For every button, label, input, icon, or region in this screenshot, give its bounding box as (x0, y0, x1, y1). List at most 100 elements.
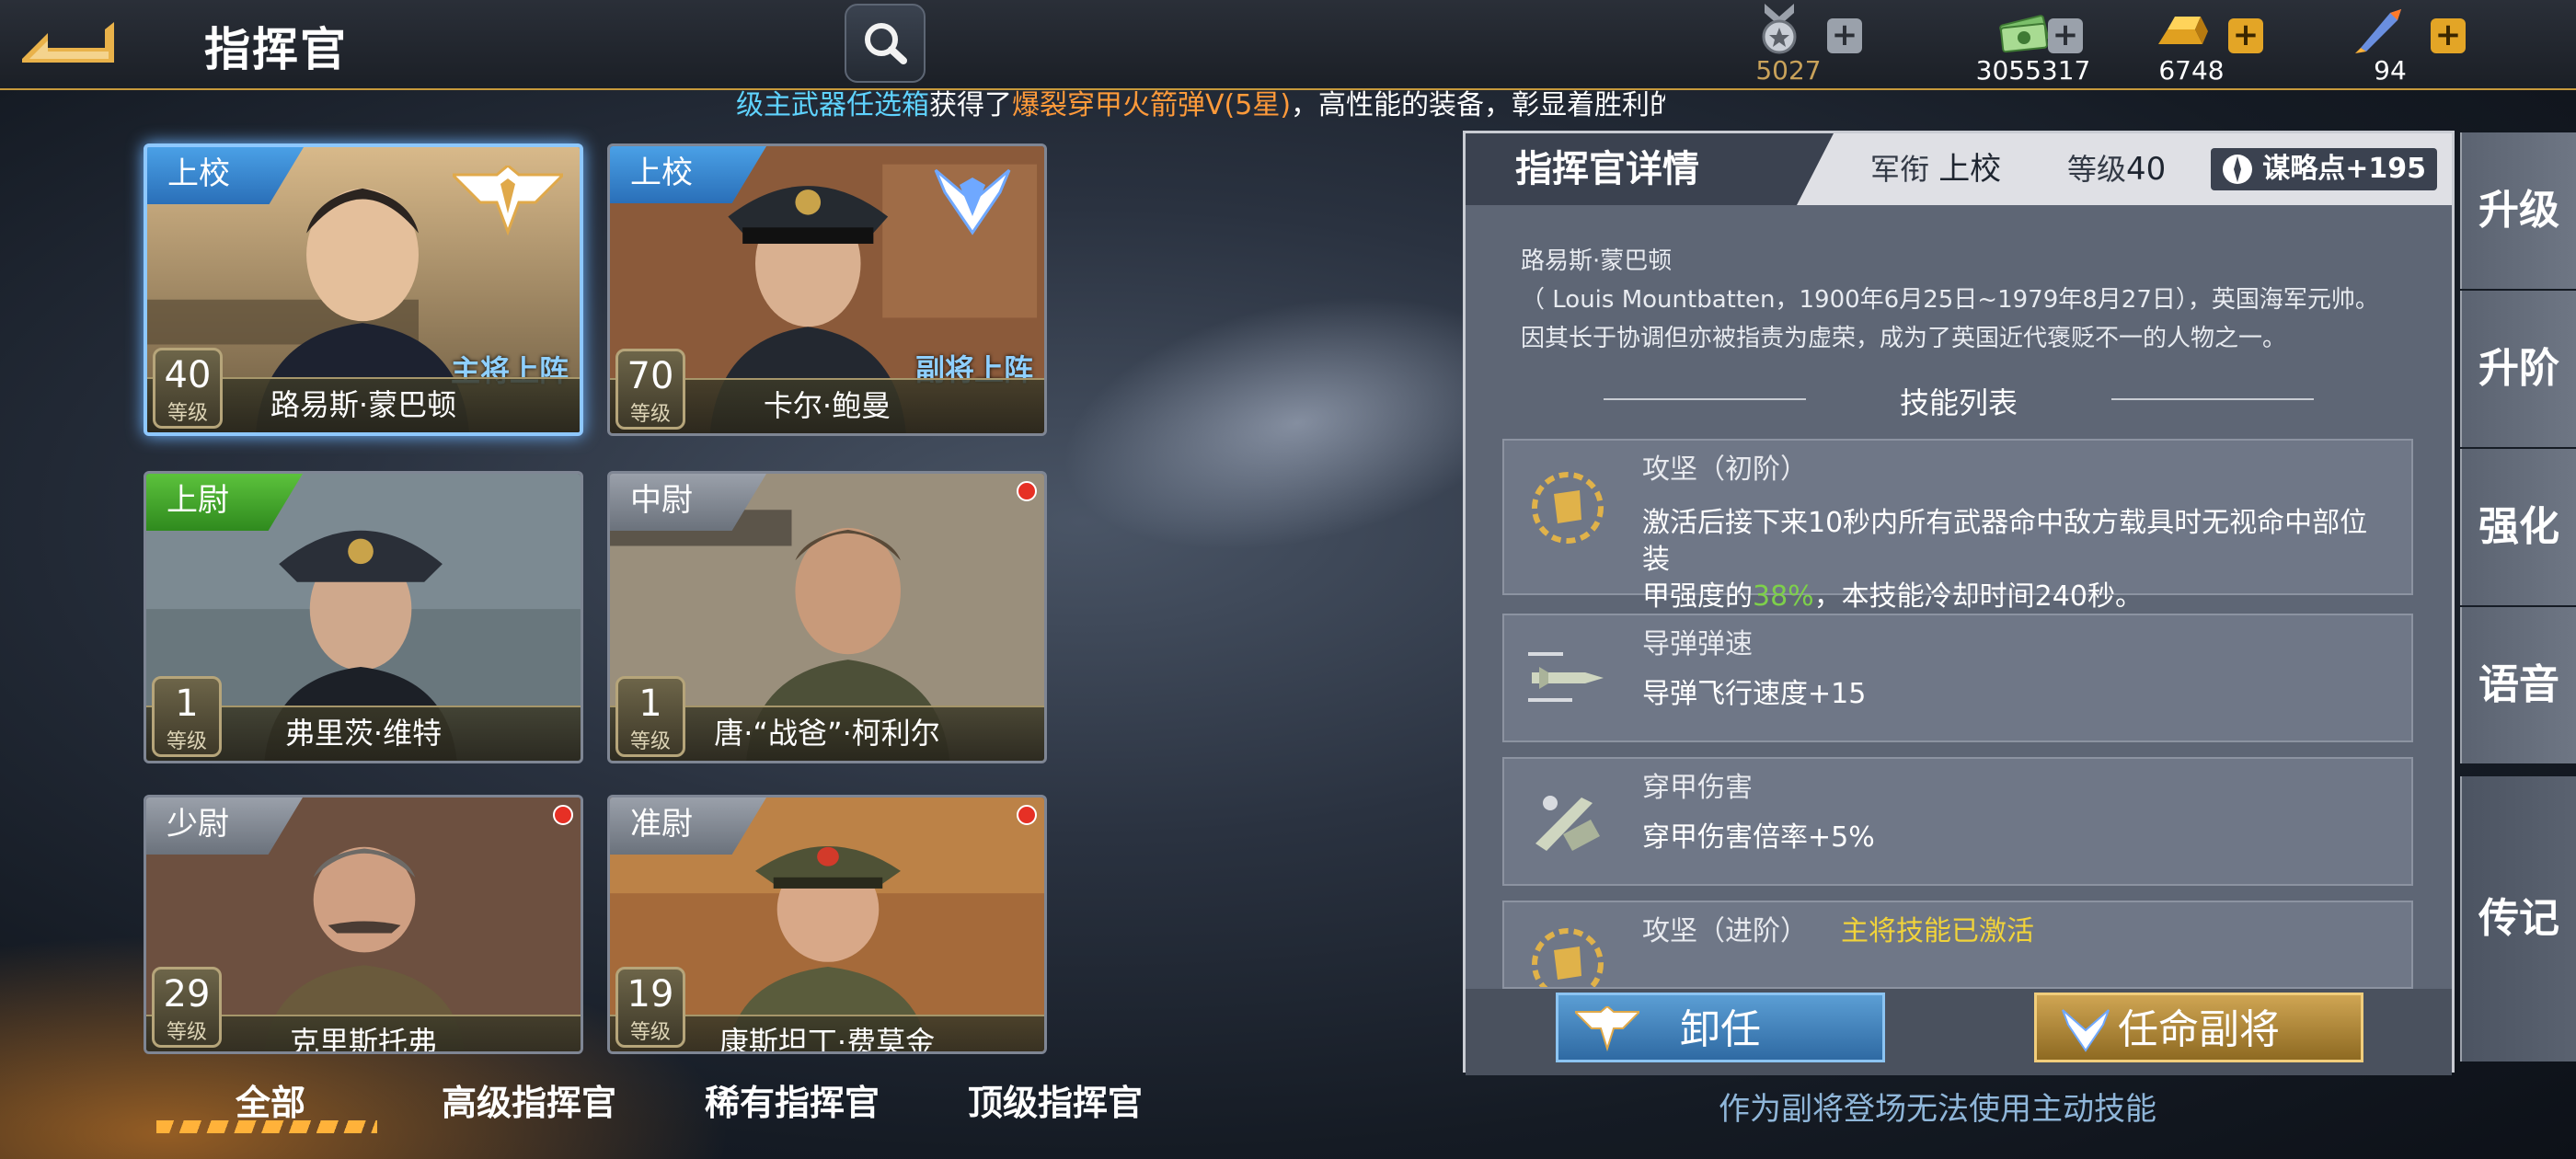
active-tab-indicator (156, 1120, 377, 1133)
cash-icon (1999, 15, 2049, 53)
level-number: 70 (627, 355, 674, 397)
commander-card[interactable]: 上尉 弗里茨·维特 1 等级 (144, 471, 583, 763)
level-label: 等级 (629, 1021, 671, 1044)
bio-line: （ Louis Mountbatten，1900年6月25日~1979年8月27… (1521, 286, 2379, 314)
armor-piercing-icon (1535, 796, 1600, 851)
deputy-emblem-icon (2062, 1009, 2110, 1052)
skill-item[interactable]: 穿甲伤害 穿甲伤害倍率+5% (1502, 757, 2413, 886)
skill-name: 攻坚（初阶） (1642, 453, 1808, 486)
level-label: 等级 (166, 1021, 207, 1044)
skill-name: 导弹弹速 (1642, 628, 1753, 660)
level-badge: 29 等级 (152, 967, 222, 1048)
tab-all[interactable]: 全部 (236, 1074, 305, 1125)
level-label: 等级 (166, 730, 207, 753)
back-button[interactable] (17, 13, 118, 70)
level-number: 40 (164, 354, 212, 396)
bio-name: 路易斯·蒙巴顿 (1521, 247, 1673, 275)
level-number: 1 (175, 683, 199, 725)
skill-desc-text: ，本技能冷却时间240秒。 (1813, 580, 2143, 613)
skill-desc-text: 甲强度的 (1642, 580, 1753, 613)
strategy-points: 谋略点+195 (2211, 148, 2437, 190)
side-tab-promote[interactable]: 升阶 (2460, 291, 2576, 447)
skill-name: 攻坚（进阶） (1642, 915, 1808, 947)
skill-item[interactable]: 攻坚（进阶） 主将技能已激活 (1502, 901, 2413, 989)
add-gold-button[interactable]: + (2228, 18, 2263, 53)
skill-description: 激活后接下来10秒内所有武器命中敌方载具时无视命中部位装 甲强度的38%，本技能冷… (1642, 505, 2387, 615)
commander-card[interactable]: 中尉 唐·“战爸”·柯利尔 1 等级 (607, 471, 1047, 763)
skill-name: 穿甲伤害 (1642, 772, 1753, 804)
gold-bar-icon (2158, 17, 2208, 44)
add-rocket-button[interactable]: + (2431, 18, 2466, 53)
skill-active-status: 主将技能已激活 (1841, 915, 2034, 947)
rank-info: 军衔 上校 (1870, 133, 2001, 205)
dismiss-label: 卸任 (1680, 1006, 1761, 1053)
commander-card[interactable]: 少尉 克里斯托弗 29 等级 (144, 795, 583, 1054)
rocket-icon (2355, 9, 2401, 53)
resource-rocket: + 94 (2307, 2, 2473, 88)
skills-heading: 技能列表 (1466, 380, 2452, 422)
cash-count: 3055317 (1975, 55, 2091, 86)
tab-top[interactable]: 顶级指挥官 (968, 1074, 1143, 1125)
search-button[interactable] (845, 4, 926, 83)
add-medal-button[interactable]: + (1827, 18, 1862, 53)
compass-icon (2223, 155, 2253, 184)
level-number: 1 (638, 683, 662, 725)
medal-icon (1762, 4, 1797, 54)
page-title: 指挥官 (204, 23, 348, 76)
rank-label: 军衔 (1870, 152, 1930, 187)
divider (1604, 398, 1806, 400)
ticker-item: 级主武器任选箱 (736, 89, 929, 121)
rank-emblem-icon (1575, 1006, 1639, 1052)
level-badge: 19 等级 (615, 967, 685, 1048)
side-tab-biography[interactable]: 传记 (2460, 776, 2576, 1061)
appoint-deputy-button[interactable]: 任命副将 (2034, 993, 2363, 1062)
resource-cash: + 3055317 (1950, 2, 2116, 88)
missile-icon (1528, 652, 1604, 702)
notification-dot (553, 805, 573, 825)
add-cash-button[interactable]: + (2048, 18, 2083, 53)
rank-emblem-icon (934, 168, 1011, 235)
level-label: 等级 (629, 730, 671, 753)
detail-header: 指挥官详情 军衔 上校 等级40 谋略点+195 (1466, 133, 2452, 205)
rank-emblem-icon (453, 166, 563, 236)
divider (2111, 398, 2314, 400)
dismiss-button[interactable]: 卸任 (1556, 993, 1885, 1062)
medal-count: 5027 (1755, 55, 1822, 86)
gear-shield-icon (1532, 928, 1604, 987)
skill-description: 穿甲伤害倍率+5% (1642, 821, 1875, 854)
skills-title: 技能列表 (1899, 385, 2018, 420)
top-bar: 指挥官 + 5027 + 3055317 + 6748 + 94 (0, 0, 2576, 90)
level-value: 40 (2126, 151, 2167, 188)
rocket-count: 94 (2374, 55, 2407, 86)
resource-medal: + 5027 (1706, 2, 1871, 88)
level-label: 等级 (629, 403, 671, 426)
side-tab-voice[interactable]: 语音 (2460, 607, 2576, 763)
search-icon (865, 23, 907, 64)
tab-rare[interactable]: 稀有指挥官 (705, 1074, 880, 1125)
gear-shield-icon (1532, 472, 1604, 544)
side-tab-upgrade[interactable]: 升级 (2460, 132, 2576, 289)
gold-count: 6748 (2158, 55, 2225, 86)
ticker-text: 获得了 (929, 89, 1012, 121)
commander-card[interactable]: 上校 主将上阵 路易斯·蒙巴顿 40 等级 (144, 143, 583, 436)
skill-description: 导弹飞行速度+15 (1642, 678, 1867, 710)
ticker-reward: 爆裂穿甲火箭弹V(5星) (1012, 89, 1292, 121)
level-badge: 40 等级 (153, 348, 223, 429)
skill-item[interactable]: 攻坚（初阶） 激活后接下来10秒内所有武器命中敌方载具时无视命中部位装 甲强度的3… (1502, 439, 2413, 613)
resource-gold: + 6748 (2109, 2, 2274, 88)
notification-dot (1017, 481, 1037, 501)
tab-advanced[interactable]: 高级指挥官 (442, 1074, 616, 1125)
skill-highlight: 38% (1753, 580, 1814, 613)
ticker-tail: ，高性能的装备，彰显着胜利的 (1291, 89, 1665, 121)
commander-card[interactable]: 上校 副将上阵 卡尔·鲍曼 70 等级 (607, 143, 1047, 436)
level-info: 等级40 (2067, 133, 2166, 205)
commander-card[interactable]: 准尉 康斯坦丁·费莫金 19 等级 (607, 795, 1047, 1054)
commander-detail-panel: 指挥官详情 军衔 上校 等级40 谋略点+195 路易斯·蒙巴顿 （ Louis… (1463, 131, 2455, 1075)
level-badge: 70 等级 (615, 349, 685, 430)
skill-item[interactable]: 导弹弹速 导弹飞行速度+15 (1502, 614, 2413, 742)
biography: 路易斯·蒙巴顿 （ Louis Mountbatten，1900年6月25日~1… (1521, 242, 2404, 358)
deputy-hint: 作为副将登场无法使用主动技能 (1719, 1091, 2156, 1128)
side-tab-enhance[interactable]: 强化 (2460, 449, 2576, 605)
level-label: 等级 (167, 402, 208, 425)
level-number: 19 (627, 973, 674, 1016)
